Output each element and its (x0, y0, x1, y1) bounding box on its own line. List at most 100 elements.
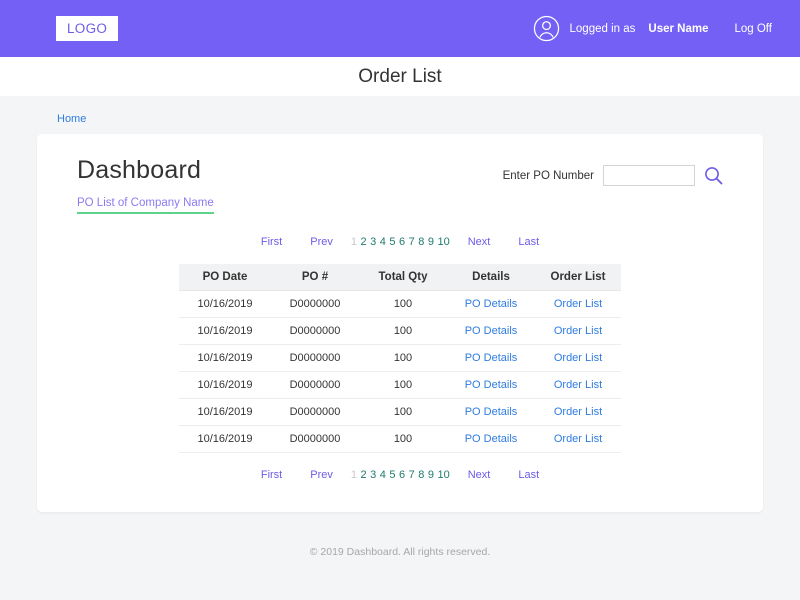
user-name: User Name (648, 22, 709, 35)
pagination-page-9[interactable]: 9 (428, 469, 434, 481)
pagination-page-6[interactable]: 6 (399, 469, 405, 481)
pagination-next[interactable]: Next (454, 236, 505, 248)
pagination-numbers-top: 1 2 3 4 5 6 7 8 9 10 (347, 236, 454, 248)
po-number-cell: D0000000 (271, 371, 359, 399)
order-list-cell: Order List (535, 290, 621, 318)
po-details-cell: PO Details (447, 425, 535, 453)
logo[interactable]: LOGO (56, 15, 119, 42)
column-header-total-qty: Total Qty (359, 264, 447, 291)
po-details-cell: PO Details (447, 371, 535, 399)
total-qty-cell: 100 (359, 425, 447, 453)
po-details-link[interactable]: PO Details (465, 433, 518, 445)
column-header-details: Details (447, 264, 535, 291)
po-date-cell: 10/16/2019 (179, 371, 271, 399)
dashboard-heading: Dashboard (77, 156, 202, 184)
po-number-cell: D0000000 (271, 290, 359, 318)
table-header-row: PO Date PO # Total Qty Details Order Lis… (179, 264, 621, 291)
log-off-link[interactable]: Log Off (734, 23, 772, 35)
table-row: 10/16/2019 D0000000 100 PO Details Order Lis… (179, 290, 621, 318)
po-details-link[interactable]: PO Details (465, 379, 518, 391)
pagination-page-7[interactable]: 7 (409, 469, 415, 481)
column-header-po-date: PO Date (179, 264, 271, 291)
pagination-first-bottom[interactable]: First (247, 469, 296, 481)
order-list-link[interactable]: Order List (554, 406, 602, 418)
order-list-link[interactable]: Order List (554, 325, 602, 337)
pagination-page-3[interactable]: 3 (370, 469, 376, 481)
pagination-page-5[interactable]: 5 (389, 469, 395, 481)
po-details-link[interactable]: PO Details (465, 406, 518, 418)
po-number-input[interactable] (603, 165, 695, 186)
po-number-cell: D0000000 (271, 398, 359, 426)
order-list-cell: Order List (535, 317, 621, 345)
table-row: 10/16/2019 D0000000 100 PO Details Order Lis… (179, 344, 621, 372)
pagination-page-8[interactable]: 8 (418, 469, 424, 481)
pagination-page-10[interactable]: 10 (437, 236, 449, 248)
pagination-page-4[interactable]: 4 (380, 236, 386, 248)
po-number-cell: D0000000 (271, 344, 359, 372)
card-header: Dashboard PO List of Company Name Enter … (77, 156, 723, 214)
page-title: Order List (358, 65, 442, 87)
pagination-last[interactable]: Last (504, 236, 553, 248)
page-root: LOGO Logged in as User Name Log Off Orde… (0, 0, 800, 600)
po-details-link[interactable]: PO Details (465, 352, 518, 364)
pagination-first[interactable]: First (247, 236, 296, 248)
page-title-bar: Order List (0, 57, 800, 96)
po-date-cell: 10/16/2019 (179, 317, 271, 345)
pagination-page-3[interactable]: 3 (370, 236, 376, 248)
pagination-page-1: 1 (350, 469, 357, 481)
po-table-head: PO Date PO # Total Qty Details Order Lis… (179, 264, 621, 291)
breadcrumb: Home (0, 96, 800, 134)
search-label: Enter PO Number (502, 169, 594, 182)
pagination-page-8[interactable]: 8 (418, 236, 424, 248)
order-list-link[interactable]: Order List (554, 352, 602, 364)
po-details-link[interactable]: PO Details (465, 298, 518, 310)
pagination-numbers-bottom: 1 2 3 4 5 6 7 8 9 10 (347, 469, 454, 481)
order-list-link[interactable]: Order List (554, 433, 602, 445)
pagination-page-10[interactable]: 10 (437, 469, 449, 481)
order-list-link[interactable]: Order List (554, 298, 602, 310)
search-icon[interactable] (704, 166, 723, 185)
table-row: 10/16/2019 D0000000 100 PO Details Order Lis… (179, 317, 621, 345)
pagination-last-bottom[interactable]: Last (504, 469, 553, 481)
top-navbar: LOGO Logged in as User Name Log Off (0, 0, 800, 57)
pagination-page-6[interactable]: 6 (399, 236, 405, 248)
order-list-link[interactable]: Order List (554, 379, 602, 391)
po-details-cell: PO Details (447, 317, 535, 345)
pagination-next-bottom[interactable]: Next (454, 469, 505, 481)
pagination-bottom: First Prev 1 2 3 4 5 6 7 8 9 10 Next Last (77, 469, 723, 481)
logged-in-label: Logged in as (569, 22, 636, 35)
breadcrumb-home-link[interactable]: Home (57, 113, 86, 125)
po-details-cell: PO Details (447, 344, 535, 372)
po-date-cell: 10/16/2019 (179, 425, 271, 453)
order-list-cell: Order List (535, 425, 621, 453)
footer: © 2019 Dashboard. All rights reserved. (0, 512, 800, 560)
total-qty-cell: 100 (359, 290, 447, 318)
column-header-po-number: PO # (271, 264, 359, 291)
user-circle-icon (533, 15, 560, 42)
pagination-page-9[interactable]: 9 (428, 236, 434, 248)
po-details-link[interactable]: PO Details (465, 325, 518, 337)
order-list-cell: Order List (535, 344, 621, 372)
pagination-page-7[interactable]: 7 (409, 236, 415, 248)
total-qty-cell: 100 (359, 398, 447, 426)
card-title-group: Dashboard PO List of Company Name (77, 156, 214, 214)
navbar-right-group: Logged in as User Name Log Off (533, 15, 772, 42)
pagination-top: First Prev 1 2 3 4 5 6 7 8 9 10 Next Last (77, 236, 723, 248)
pagination-prev[interactable]: Prev (296, 236, 347, 248)
total-qty-cell: 100 (359, 317, 447, 345)
pagination-page-4[interactable]: 4 (380, 469, 386, 481)
search-group: Enter PO Number (503, 156, 723, 186)
footer-copyright: © 2019 Dashboard. All rights reserved. (309, 546, 491, 558)
table-row: 10/16/2019 D0000000 100 PO Details Order Lis… (179, 398, 621, 426)
pagination-page-2[interactable]: 2 (360, 236, 366, 248)
pagination-prev-bottom[interactable]: Prev (296, 469, 347, 481)
total-qty-cell: 100 (359, 344, 447, 372)
po-details-cell: PO Details (447, 398, 535, 426)
pagination-page-2[interactable]: 2 (360, 469, 366, 481)
order-list-cell: Order List (535, 398, 621, 426)
pagination-page-5[interactable]: 5 (389, 236, 395, 248)
body-area: Home Dashboard PO List of Company Name E… (0, 96, 800, 600)
column-header-order-list: Order List (535, 264, 621, 291)
tab-po-list-of-company[interactable]: PO List of Company Name (77, 197, 214, 214)
dashboard-card: Dashboard PO List of Company Name Enter … (37, 134, 763, 512)
